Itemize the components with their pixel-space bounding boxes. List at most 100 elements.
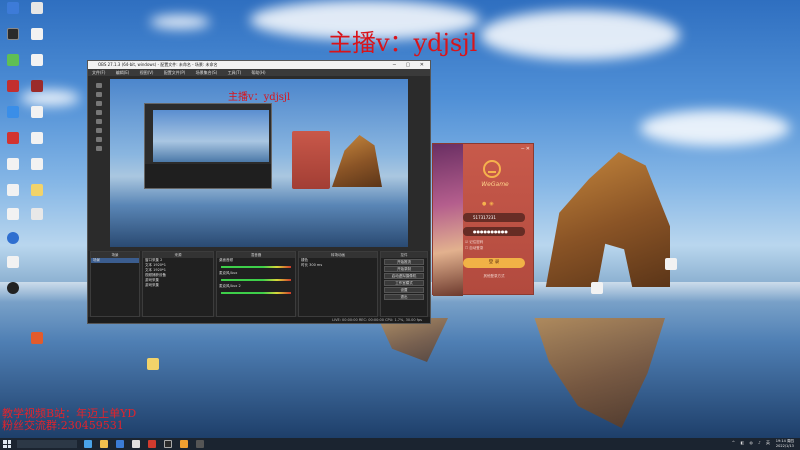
- exit-button[interactable]: 退出: [384, 294, 424, 300]
- social-login-icons[interactable]: ●◉: [482, 201, 497, 207]
- tool-icon[interactable]: [96, 101, 102, 106]
- mixer-dock: 混音器 桌面音频 麦克风/Aux 麦克风/Aux 2: [216, 251, 296, 317]
- desktop-icon[interactable]: [2, 232, 24, 245]
- anchor-watermark: 主播v：ydjsjl: [328, 29, 478, 57]
- desktop-icon[interactable]: [2, 2, 24, 15]
- desktop-icon[interactable]: [586, 282, 608, 295]
- cloud: [480, 10, 680, 60]
- desktop-icon[interactable]: [2, 132, 24, 145]
- menu-file[interactable]: 文件(F): [92, 70, 105, 75]
- desktop-icon[interactable]: [2, 208, 24, 221]
- desktop-icon[interactable]: [2, 80, 24, 93]
- desktop-icon[interactable]: [26, 208, 48, 221]
- wegame-brand: WeGame: [481, 181, 509, 188]
- wegame-logo-icon: [483, 160, 501, 178]
- other-login-link[interactable]: 其他登录方式: [463, 274, 525, 279]
- taskbar-app-icon[interactable]: [196, 440, 204, 448]
- window-controls[interactable]: ─ ▢ ✕: [393, 61, 428, 69]
- auto-login-label: 自动登录: [469, 246, 484, 250]
- menu-edit[interactable]: 编辑(E): [116, 70, 130, 75]
- volume-meter[interactable]: [221, 279, 291, 281]
- bilibili-watermark: 教学视频B站：年迈上单YD 粉丝交流群:230459531: [2, 408, 136, 432]
- studio-mode-button[interactable]: 工作室模式: [384, 280, 424, 286]
- desktop-icon[interactable]: [2, 106, 24, 119]
- obs-preview-canvas[interactable]: 主播v：ydjsjl: [110, 79, 408, 247]
- desktop-icon[interactable]: [26, 28, 48, 41]
- taskbar-app-icon[interactable]: [180, 440, 188, 448]
- cloud: [150, 15, 210, 29]
- wegame-login-window[interactable]: ─ ✕ WeGame ●◉ 517317231 ●●●●●●●●●● ☑ 记住密…: [432, 143, 534, 296]
- windows-logo-icon: [3, 444, 7, 448]
- preview-wegame-window: [292, 131, 330, 189]
- desktop-icon[interactable]: [26, 184, 48, 197]
- menu-tools[interactable]: 工具(T): [228, 70, 242, 75]
- desktop-icon[interactable]: [660, 258, 682, 271]
- desktop-icon[interactable]: [2, 54, 24, 67]
- obs-window[interactable]: OBS 27.1.3 (64-bit, windows) - 配置文件: 未命名…: [87, 60, 431, 324]
- virtual-camera-button[interactable]: 启动虚拟摄像机: [384, 273, 424, 279]
- tool-icon[interactable]: [96, 83, 102, 88]
- close-icon[interactable]: ─ ✕: [521, 146, 530, 152]
- start-recording-button[interactable]: 开始录制: [384, 266, 424, 272]
- desktop-icon[interactable]: [26, 80, 48, 93]
- desktop-icon[interactable]: [2, 184, 24, 197]
- start-button[interactable]: [3, 440, 11, 448]
- fan-group-line: 粉丝交流群:230459531: [2, 419, 124, 432]
- start-streaming-button[interactable]: 开始推流: [384, 259, 424, 265]
- obs-titlebar[interactable]: OBS 27.1.3 (64-bit, windows) - 配置文件: 未命名…: [88, 61, 430, 69]
- tool-icon[interactable]: [96, 146, 102, 151]
- tool-icon[interactable]: [96, 137, 102, 142]
- desktop-icon[interactable]: [26, 158, 48, 171]
- menu-scene-collection[interactable]: 场景集合(S): [196, 70, 218, 75]
- taskbar-app-icon[interactable]: [100, 440, 108, 448]
- taskbar-app-icon[interactable]: [84, 440, 92, 448]
- auto-login-checkbox[interactable]: ☐ 自动登录: [465, 246, 483, 251]
- obs-status-bar: LIVE: 00:00:00 REC: 00:00:00 CPU: 1.7%, …: [88, 317, 430, 323]
- controls-dock: 控件 开始推流 开始录制 启动虚拟摄像机 工作室模式 设置 退出: [380, 251, 428, 317]
- tool-icon[interactable]: [96, 119, 102, 124]
- desktop-icon[interactable]: [2, 256, 24, 269]
- rock-formation: [545, 152, 670, 287]
- duration-label: 时长: [301, 263, 308, 267]
- taskbar-app-icon[interactable]: [116, 440, 124, 448]
- obs-docks: 场景 场景 来源 窗口采集 2 文本 1920*1 文本 1920*1 视频捕获…: [88, 251, 430, 323]
- scene-item[interactable]: 场景: [91, 258, 139, 263]
- desktop-icon[interactable]: [26, 106, 48, 119]
- desktop-icon[interactable]: [142, 358, 164, 371]
- desktop-icon[interactable]: [26, 132, 48, 145]
- source-item[interactable]: 游戏采集: [143, 283, 213, 288]
- tool-icon[interactable]: [96, 92, 102, 97]
- menu-help[interactable]: 帮助(H): [251, 70, 265, 75]
- desktop-icon[interactable]: [2, 282, 24, 295]
- wegame-character-art: [433, 144, 463, 296]
- tool-icon[interactable]: [96, 128, 102, 133]
- mixer-channel-label: 麦克风/Aux 2: [219, 284, 241, 288]
- desktop-icon[interactable]: [26, 54, 48, 67]
- account-input[interactable]: 517317231: [463, 213, 525, 222]
- clock-date: 2022/1/13: [775, 444, 794, 448]
- menu-view[interactable]: 视图(V): [140, 70, 154, 75]
- menu-profile[interactable]: 配置文件(P): [164, 70, 186, 75]
- windows-logo-icon: [3, 440, 7, 444]
- desktop-icon[interactable]: [2, 158, 24, 171]
- tool-icon[interactable]: [96, 110, 102, 115]
- desktop-icon[interactable]: [26, 332, 48, 345]
- password-input[interactable]: ●●●●●●●●●●: [463, 227, 525, 236]
- settings-button[interactable]: 设置: [384, 287, 424, 293]
- login-button[interactable]: 登 录: [463, 258, 525, 268]
- desktop-icon[interactable]: [26, 2, 48, 15]
- transition-duration[interactable]: 时长 300 ms: [299, 263, 377, 268]
- taskbar-app-icon[interactable]: [132, 440, 140, 448]
- volume-meter[interactable]: [221, 292, 291, 294]
- taskbar-app-icon[interactable]: [164, 440, 172, 448]
- remember-password-checkbox[interactable]: ☑ 记住密码: [465, 240, 483, 245]
- volume-meter[interactable]: [221, 266, 291, 268]
- taskbar-app-icon[interactable]: [148, 440, 156, 448]
- desktop-icon[interactable]: [2, 28, 24, 41]
- obs-title: OBS 27.1.3 (64-bit, windows) - 配置文件: 未命名…: [98, 62, 218, 67]
- system-tray[interactable]: ^ ◧ ◍ ♪ 英: [732, 440, 772, 446]
- taskbar-search[interactable]: [17, 440, 77, 448]
- nested-preview-docks: [145, 164, 271, 188]
- taskbar-clock[interactable]: 19:14 周四 2022/1/13: [776, 439, 794, 449]
- windows-logo-icon: [7, 440, 11, 444]
